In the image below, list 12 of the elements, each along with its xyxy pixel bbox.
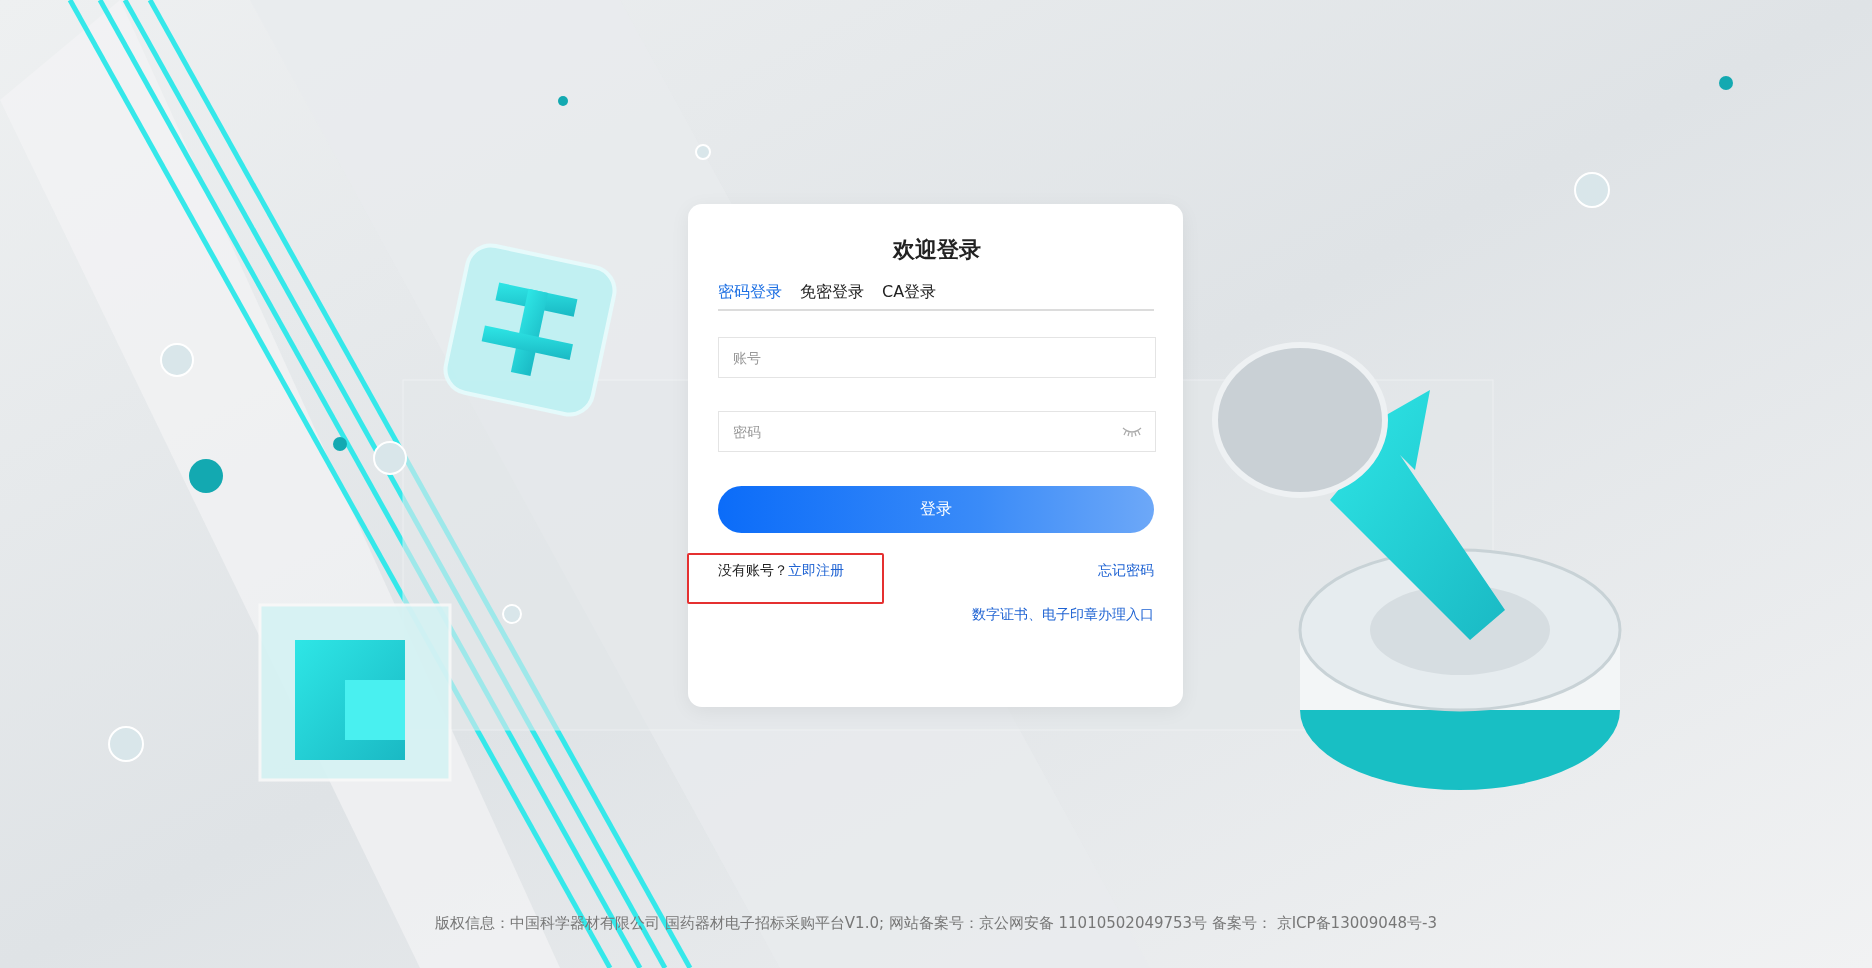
login-tab[interactable]: 免密登录: [800, 281, 864, 303]
register-prompt: 没有账号？: [718, 562, 788, 578]
eye-closed-icon[interactable]: [1122, 425, 1142, 437]
login-button[interactable]: 登录: [718, 486, 1154, 533]
certificate-link[interactable]: 数字证书、电子印章办理入口: [972, 605, 1154, 623]
forgot-password-link[interactable]: 忘记密码: [1098, 561, 1154, 579]
password-field[interactable]: 密码: [718, 411, 1156, 452]
login-title: 欢迎登录: [891, 236, 982, 264]
login-tab[interactable]: CA登录: [882, 281, 937, 303]
account-field[interactable]: 账号: [718, 337, 1156, 378]
login-tab[interactable]: 密码登录: [718, 281, 782, 303]
register-link[interactable]: 立即注册: [788, 562, 844, 578]
